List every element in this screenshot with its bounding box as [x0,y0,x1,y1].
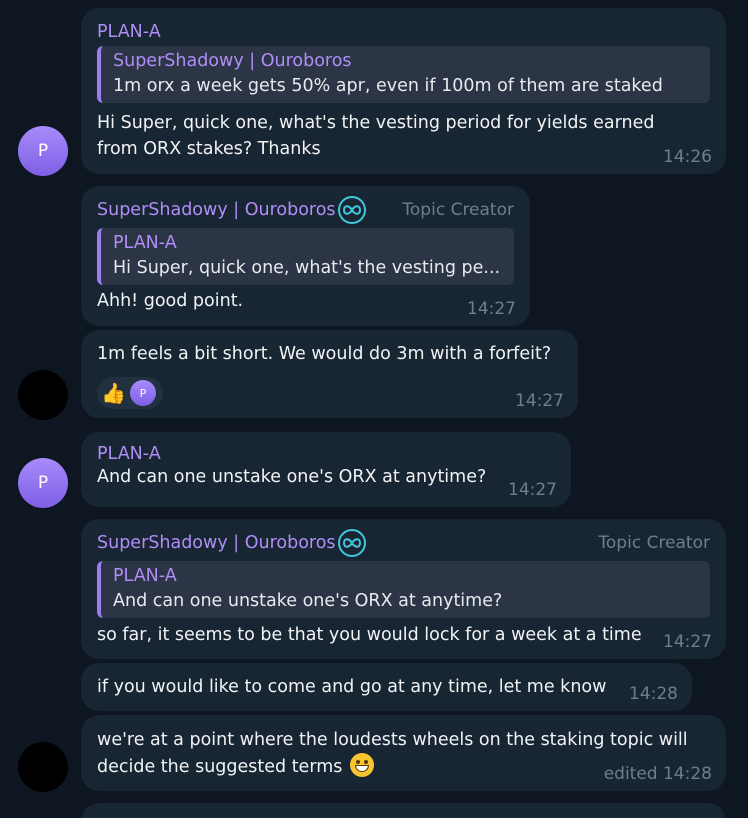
message-bubble[interactable]: PLAN-A And can one unstake one's ORX at … [81,432,571,507]
reaction-pill[interactable]: 👍 P [97,377,163,409]
message-bubble[interactable] [81,803,726,818]
sender-row: SuperShadowy | Ouroboros Topic Creator [97,196,514,224]
avatar[interactable] [18,742,68,792]
message-time: 14:27 [508,480,557,500]
reply-quote[interactable]: SuperShadowy | Ouroboros 1m orx a week g… [97,46,710,103]
message-bubble[interactable]: we're at a point where the loudests whee… [81,715,726,791]
thumbs-up-icon: 👍 [101,381,126,405]
message-time: 14:27 [515,391,564,411]
message-bubble[interactable]: SuperShadowy | Ouroboros Topic Creator P… [81,519,726,659]
message-time: edited 14:28 [603,764,712,784]
message-bubble[interactable]: if you would like to come and go at any … [81,663,692,711]
infinity-icon [337,529,366,557]
message-bubble[interactable]: SuperShadowy | Ouroboros Topic Creator P… [81,186,530,326]
message-bubble[interactable]: PLAN-A SuperShadowy | Ouroboros 1m orx a… [81,8,726,174]
message-time: 14:26 [663,147,712,167]
reply-quote[interactable]: PLAN-A And can one unstake one's ORX at … [97,561,710,618]
quote-sender-name: PLAN-A [113,233,177,253]
message-bubble[interactable]: 1m feels a bit short. We would do 3m wit… [81,330,578,418]
chat-view: PLAN-A SuperShadowy | Ouroboros 1m orx a… [0,0,748,818]
message-time: 14:27 [467,299,516,319]
message-text-line: from ORX stakes? Thanks [97,139,321,159]
message-time: 14:27 [663,632,712,652]
message-text: Hi Super, quick one, what's the vesting … [97,110,710,162]
reaction-avatar: P [129,380,156,406]
message-text: 1m feels a bit short. We would do 3m wit… [97,344,552,364]
quote-sender-name: SuperShadowy | Ouroboros [113,51,352,71]
role-label: Topic Creator [598,533,710,553]
message-text: And can one unstake one's ORX at anytime… [97,467,487,487]
reply-quote[interactable]: PLAN-A Hi Super, quick one, what's the v… [97,228,514,285]
message-text: Ahh! good point. [97,291,244,311]
avatar-letter: P [37,141,49,161]
avatar[interactable]: P [18,458,68,508]
sender-row: SuperShadowy | Ouroboros Topic Creator [97,529,710,557]
message-text: so far, it seems to be that you would lo… [97,625,642,645]
sender-name[interactable]: SuperShadowy | Ouroboros [97,533,336,553]
message-time: 14:28 [629,684,678,704]
sender-name[interactable]: SuperShadowy | Ouroboros [97,200,336,220]
smiling-face-icon [349,753,374,777]
quote-text: 1m orx a week gets 50% apr, even if 100m… [113,76,663,96]
avatar[interactable] [18,370,68,420]
message-text-fragment: decide the suggested terms [97,757,343,777]
avatar-letter: P [37,473,49,493]
message-text-line: we're at a point where the loudests whee… [97,730,688,750]
quote-text: And can one unstake one's ORX at anytime… [113,591,503,611]
avatar[interactable]: P [18,126,68,176]
message-text: if you would like to come and go at any … [97,677,607,697]
quote-text: Hi Super, quick one, what's the vesting … [113,258,501,278]
infinity-icon [337,196,366,224]
role-label: Topic Creator [402,200,514,220]
sender-name[interactable]: PLAN-A [97,444,555,464]
quote-sender-name: PLAN-A [113,566,177,586]
message-text-line: Hi Super, quick one, what's the vesting … [97,113,655,133]
sender-name[interactable]: PLAN-A [97,22,710,42]
